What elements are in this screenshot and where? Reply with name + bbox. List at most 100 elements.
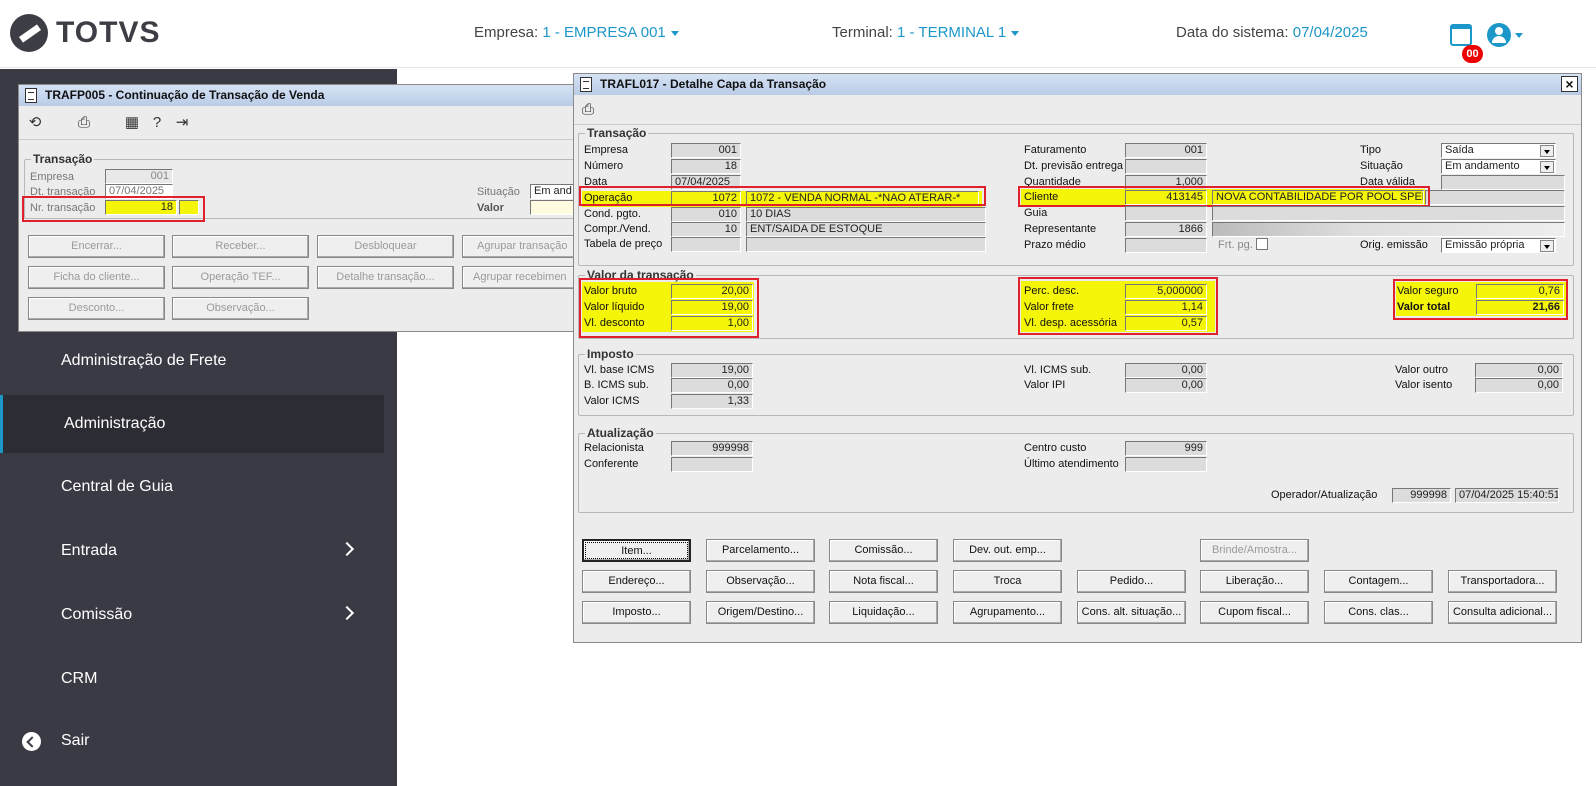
vl-base-icms-field: 19,00 bbox=[671, 363, 753, 378]
cons-clas-button[interactable]: Cons. clas... bbox=[1324, 601, 1433, 624]
compr-vend-field: 10 bbox=[671, 222, 741, 237]
compr-vend-label: Compr./Vend. bbox=[584, 223, 651, 235]
troca-button[interactable]: Troca bbox=[953, 570, 1062, 593]
sidebar-item-entrada[interactable]: Entrada bbox=[0, 522, 397, 580]
centro-custo-label: Centro custo bbox=[1024, 442, 1087, 454]
item-button[interactable]: Item... bbox=[582, 539, 691, 562]
ficha-cliente-button[interactable]: Ficha do cliente... bbox=[28, 266, 165, 289]
top-bar: TOTVS Empresa: 1 - EMPRESA 001 Terminal:… bbox=[0, 0, 1596, 68]
refresh-icon[interactable]: ⟲ bbox=[27, 115, 43, 131]
terminal-selector[interactable]: Terminal: 1 - TERMINAL 1 bbox=[832, 24, 1020, 41]
representante-desc-field bbox=[1212, 222, 1565, 237]
close-icon[interactable]: × bbox=[1561, 76, 1578, 92]
tipo-value: Saída bbox=[1445, 144, 1474, 156]
cupom-fiscal-button[interactable]: Cupom fiscal... bbox=[1200, 601, 1309, 624]
document-icon bbox=[25, 88, 37, 103]
empresa-value[interactable]: 1 - EMPRESA 001 bbox=[542, 24, 665, 41]
encerrar-button[interactable]: Encerrar... bbox=[28, 235, 165, 258]
user-icon[interactable] bbox=[1487, 23, 1511, 47]
exit-icon[interactable]: ⇥ bbox=[174, 115, 190, 131]
chevron-down-icon[interactable] bbox=[1540, 145, 1554, 157]
liberacao-button[interactable]: Liberação... bbox=[1200, 570, 1309, 593]
nota-fiscal-button[interactable]: Nota fiscal... bbox=[829, 570, 938, 593]
empresa-selector[interactable]: Empresa: 1 - EMPRESA 001 bbox=[474, 24, 679, 41]
agrupar-recebimento-button[interactable]: Agrupar recebimen bbox=[462, 266, 582, 289]
liquidacao-button[interactable]: Liquidação... bbox=[829, 601, 938, 624]
receber-button[interactable]: Receber... bbox=[172, 235, 309, 258]
cond-pgto-field: 010 bbox=[671, 207, 741, 222]
data-valida-field bbox=[1441, 175, 1565, 190]
sidebar-item-label: Administração de Frete bbox=[61, 352, 227, 369]
totvs-logo: TOTVS bbox=[10, 14, 160, 52]
sidebar-item-administracao[interactable]: Administração bbox=[0, 395, 384, 453]
print-icon[interactable]: ⎙ bbox=[580, 102, 596, 118]
pedido-button[interactable]: Pedido... bbox=[1077, 570, 1186, 593]
valor-icms-field: 1,33 bbox=[671, 394, 753, 409]
group-label: Imposto bbox=[585, 347, 636, 361]
relacionista-label: Relacionista bbox=[584, 442, 644, 454]
dt-previsao-field bbox=[1125, 159, 1207, 174]
transportadora-button[interactable]: Transportadora... bbox=[1448, 570, 1557, 593]
trafp005-window: TRAFP005 - Continuação de Transação de V… bbox=[18, 84, 584, 332]
valor-isento-label: Valor isento bbox=[1395, 379, 1453, 391]
observacao-button[interactable]: Observação... bbox=[706, 570, 815, 593]
contagem-button[interactable]: Contagem... bbox=[1324, 570, 1433, 593]
system-date-value: 07/04/2025 bbox=[1292, 24, 1368, 41]
window-title: TRAFP005 - Continuação de Transação de V… bbox=[19, 85, 582, 106]
ultimo-atendimento-field bbox=[1125, 457, 1207, 472]
calendar-icon[interactable] bbox=[1450, 24, 1472, 46]
origem-destino-button[interactable]: Origem/Destino... bbox=[706, 601, 815, 624]
orig-emissao-select[interactable]: Emissão própria bbox=[1441, 238, 1556, 253]
chevron-down-icon[interactable] bbox=[1540, 240, 1554, 252]
frt-pg-checkbox[interactable] bbox=[1256, 238, 1268, 250]
chevron-down-icon[interactable] bbox=[1515, 33, 1523, 38]
chevron-down-icon[interactable] bbox=[1540, 161, 1554, 173]
chevron-down-icon[interactable] bbox=[1011, 30, 1020, 36]
valor-ipi-label: Valor IPI bbox=[1024, 379, 1066, 391]
sidebar-item-label: Comissão bbox=[61, 606, 133, 623]
agrupamento-button[interactable]: Agrupamento... bbox=[953, 601, 1062, 624]
operacao-tef-button[interactable]: Operação TEF... bbox=[172, 266, 309, 289]
centro-custo-field: 999 bbox=[1125, 441, 1207, 456]
window-title-text: TRAFP005 - Continuação de Transação de V… bbox=[45, 88, 325, 102]
sidebar-item-central-guia[interactable]: Central de Guia bbox=[0, 458, 397, 516]
cond-pgto-label: Cond. pgto. bbox=[584, 208, 641, 220]
situacao-value: Em andamento bbox=[1445, 160, 1520, 172]
brinde-amostra-button[interactable]: Brinde/Amostra... bbox=[1200, 539, 1309, 562]
help-icon[interactable]: ? bbox=[149, 115, 165, 131]
dev-out-emp-button[interactable]: Dev. out. emp... bbox=[953, 539, 1062, 562]
sidebar-item-comissao[interactable]: Comissão bbox=[0, 586, 397, 644]
highlight-box bbox=[22, 196, 205, 222]
cons-alt-situacao-button[interactable]: Cons. alt. situação... bbox=[1077, 601, 1186, 624]
agrupar-transacao-button[interactable]: Agrupar transação bbox=[462, 235, 582, 258]
toolbar: ⟲ ⎙ ▦ ? ⇥ bbox=[19, 106, 582, 140]
toolbar: ⎙ bbox=[574, 95, 1581, 125]
relacionista-field: 999998 bbox=[671, 441, 753, 456]
desconto-button[interactable]: Desconto... bbox=[28, 297, 165, 320]
chevron-down-icon[interactable] bbox=[670, 30, 679, 36]
observacao-button[interactable]: Observação... bbox=[172, 297, 309, 320]
atualizacao-datetime-field: 07/04/2025 15:40:51 bbox=[1455, 488, 1559, 503]
empresa-label: Empresa: bbox=[474, 24, 539, 41]
sidebar-item-sair[interactable]: Sair bbox=[0, 712, 397, 770]
comissao-button[interactable]: Comissão... bbox=[829, 539, 938, 562]
sidebar-item-administracao-frete[interactable]: Administração de Frete bbox=[0, 332, 397, 390]
highlight-box bbox=[1018, 277, 1218, 335]
faturamento-label: Faturamento bbox=[1024, 144, 1087, 156]
consulta-adicional-button[interactable]: Consulta adicional... bbox=[1448, 601, 1557, 624]
endereco-button[interactable]: Endereço... bbox=[582, 570, 691, 593]
print-icon[interactable]: ⎙ bbox=[76, 115, 92, 131]
calendar-icon[interactable]: ▦ bbox=[124, 115, 140, 131]
group-label: Transação bbox=[31, 152, 95, 166]
imposto-button[interactable]: Imposto... bbox=[582, 601, 691, 624]
guia-field bbox=[1125, 206, 1207, 221]
situacao-select[interactable]: Em andamento bbox=[1441, 159, 1556, 174]
detalhe-transacao-button[interactable]: Detalhe transação... bbox=[317, 266, 454, 289]
sidebar-item-crm[interactable]: CRM bbox=[0, 650, 397, 708]
parcelamento-button[interactable]: Parcelamento... bbox=[706, 539, 815, 562]
tipo-select[interactable]: Saída bbox=[1441, 143, 1556, 158]
desbloquear-button[interactable]: Desbloquear bbox=[317, 235, 454, 258]
terminal-value[interactable]: 1 - TERMINAL 1 bbox=[897, 24, 1006, 41]
valor-outro-field: 0,00 bbox=[1475, 363, 1563, 378]
faturamento-field: 001 bbox=[1125, 143, 1207, 158]
